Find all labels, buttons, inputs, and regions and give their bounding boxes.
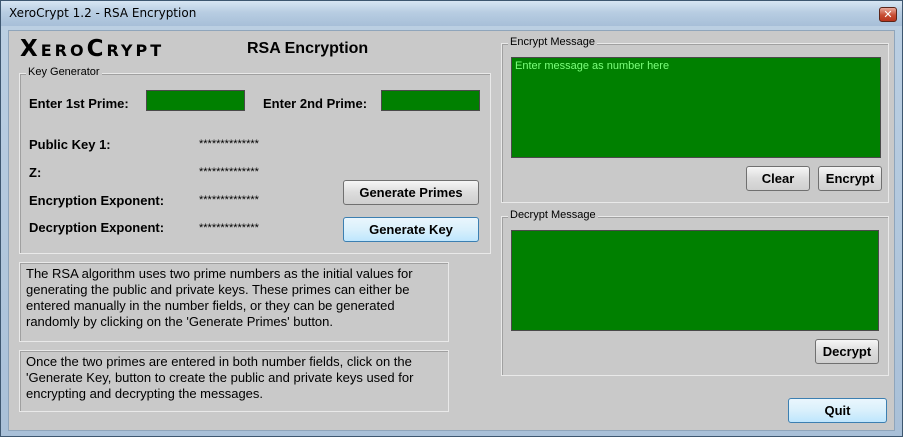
app-logo: XEROCRYPT: [20, 36, 165, 62]
window-title: XeroCrypt 1.2 - RSA Encryption: [9, 6, 197, 20]
app-window: XeroCrypt 1.2 - RSA Encryption ✕ XEROCRY…: [0, 0, 903, 437]
z-label: Z:: [29, 165, 42, 180]
clear-button[interactable]: Clear: [746, 166, 810, 191]
close-icon[interactable]: ✕: [879, 7, 897, 22]
z-value: **************: [199, 166, 259, 178]
decrypt-button[interactable]: Decrypt: [815, 339, 879, 364]
key-generator-legend: Key Generator: [26, 66, 102, 78]
decrypt-message-legend: Decrypt Message: [508, 209, 598, 221]
decrypt-message-output[interactable]: [511, 230, 879, 331]
encryption-exponent-label: Encryption Exponent:: [29, 193, 165, 208]
quit-button[interactable]: Quit: [788, 398, 887, 423]
key-generator-group: Key Generator Enter 1st Prime: Enter 2nd…: [19, 66, 491, 254]
prime1-label: Enter 1st Prime:: [29, 96, 129, 111]
prime2-label: Enter 2nd Prime:: [263, 96, 368, 111]
decryption-exponent-value: **************: [199, 222, 259, 234]
decryption-exponent-label: Decryption Exponent:: [29, 220, 165, 235]
encrypt-message-legend: Encrypt Message: [508, 36, 597, 48]
encrypt-message-input[interactable]: Enter message as number here: [511, 57, 881, 158]
title-bar[interactable]: XeroCrypt 1.2 - RSA Encryption ✕: [1, 1, 902, 26]
client-area: XEROCRYPT RSA Encryption Key Generator E…: [8, 30, 895, 431]
prime1-input[interactable]: [146, 90, 245, 111]
public-key-value: **************: [199, 138, 259, 150]
public-key-label: Public Key 1:: [29, 137, 111, 152]
info-box-generate-key: Once the two primes are entered in both …: [19, 350, 449, 412]
prime2-input[interactable]: [381, 90, 480, 111]
decrypt-message-group: Decrypt Message Decrypt: [501, 209, 889, 376]
encrypt-button[interactable]: Encrypt: [818, 166, 882, 191]
app-subtitle: RSA Encryption: [247, 40, 369, 57]
encrypt-message-group: Encrypt Message Enter message as number …: [501, 36, 889, 203]
generate-primes-button[interactable]: Generate Primes: [343, 180, 479, 205]
generate-key-button[interactable]: Generate Key: [343, 217, 479, 242]
encryption-exponent-value: **************: [199, 194, 259, 206]
info-box-primes: The RSA algorithm uses two prime numbers…: [19, 262, 449, 342]
